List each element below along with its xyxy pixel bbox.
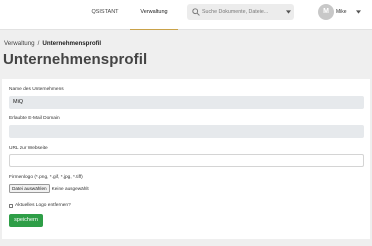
remove-logo-checkbox[interactable] <box>9 203 13 208</box>
user-name: Mike <box>336 9 347 15</box>
company-name-field[interactable]: MiQ <box>9 96 364 109</box>
nav-item-qsistant[interactable]: QSISTANT <box>82 0 128 30</box>
website-url-label: URL zur Webseite <box>9 146 48 151</box>
email-domain-field[interactable] <box>9 125 364 138</box>
search-input[interactable]: Suche Dokumente, Dateie... <box>202 4 284 20</box>
nav-item-label: QSISTANT <box>91 9 119 15</box>
company-logo-label: Firmenlogo (*.png, *.gif, *.jpg, *.tiff) <box>9 175 83 180</box>
page-title: Unternehmensprofil <box>3 51 148 68</box>
choose-file-button[interactable]: Datei auswählen <box>9 184 50 193</box>
save-button[interactable]: speichern <box>9 214 43 227</box>
chevron-down-icon[interactable] <box>286 10 291 14</box>
user-menu[interactable]: M Mike <box>316 3 362 21</box>
nav-item-label: Verwaltung <box>140 9 168 15</box>
chevron-down-icon[interactable] <box>356 10 361 14</box>
avatar[interactable]: M <box>318 4 334 20</box>
breadcrumb-current: Unternehmensprofil <box>42 40 102 47</box>
remove-logo-option[interactable]: Aktuelles Logo entfernen? <box>9 203 71 210</box>
website-url-field[interactable] <box>9 154 364 167</box>
search-icon <box>192 8 200 16</box>
company-profile-form: Name des Unternehmens MiQ Erlaubte E-Mai… <box>2 79 370 239</box>
file-upload: Datei auswählen Keine ausgewählt <box>9 184 89 193</box>
active-tab-indicator <box>130 28 178 30</box>
remove-logo-label: Aktuelles Logo entfernen? <box>15 203 71 208</box>
nav-item-verwaltung[interactable]: Verwaltung <box>130 0 178 30</box>
email-domain-label: Erlaubte E-Mail Domain <box>9 116 60 121</box>
top-navigation-bar: QSISTANT Verwaltung Suche Dokumente, Dat… <box>0 0 372 30</box>
breadcrumb: Verwaltung / Unternehmensprofil <box>4 40 101 47</box>
search-bar[interactable]: Suche Dokumente, Dateie... <box>187 4 294 20</box>
file-status: Keine ausgewählt <box>51 186 89 191</box>
company-name-label: Name des Unternehmens <box>9 87 64 92</box>
breadcrumb-link-verwaltung[interactable]: Verwaltung <box>4 40 35 47</box>
breadcrumb-separator: / <box>37 40 40 47</box>
